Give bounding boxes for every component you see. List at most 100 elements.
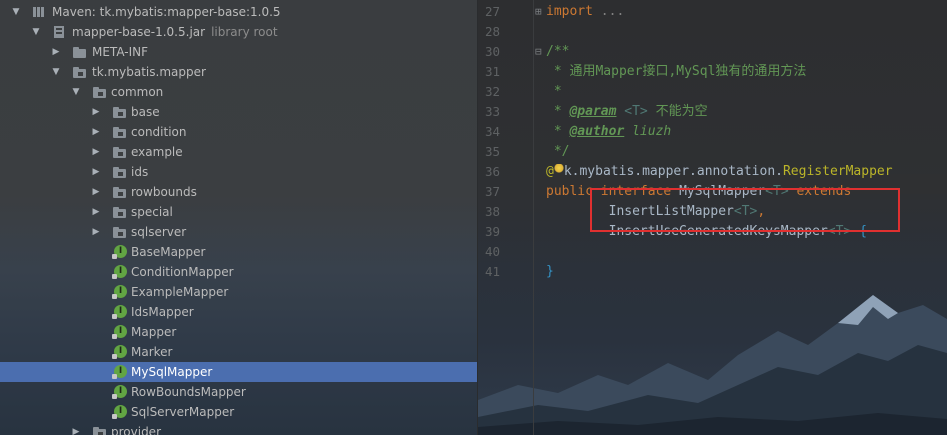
tree-item-package-provider[interactable]: ▶ provider: [0, 422, 477, 435]
line-number: 34: [484, 124, 500, 139]
tree-item-package-condition[interactable]: ▶ condition: [0, 122, 477, 142]
tree-item-label: ExampleMapper: [131, 285, 229, 299]
tree-item-label: rowbounds: [131, 185, 197, 199]
fold-expand-icon[interactable]: ⊞: [535, 2, 545, 22]
code-line-import: import ...: [546, 2, 624, 22]
collapse-arrow-icon[interactable]: ▶: [90, 202, 102, 222]
interface-icon: I: [112, 325, 127, 339]
tree-item-label: Marker: [131, 345, 173, 359]
line-number: 41: [484, 264, 500, 279]
line-number: 31: [484, 64, 500, 79]
tree-item-label: RowBoundsMapper: [131, 385, 246, 399]
expand-arrow-icon[interactable]: ▼: [50, 62, 62, 82]
collapse-arrow-icon[interactable]: ▶: [90, 182, 102, 202]
collapse-arrow-icon[interactable]: ▶: [70, 422, 82, 435]
tree-item-interface-examplemapper[interactable]: I ExampleMapper: [0, 282, 477, 302]
interface-icon: I: [112, 345, 127, 359]
package-icon: [92, 425, 108, 435]
tree-item-package-sqlserver[interactable]: ▶ sqlserver: [0, 222, 477, 242]
tree-item-label: MySqlMapper: [131, 365, 213, 379]
tree-item-interface-marker[interactable]: I Marker: [0, 342, 477, 362]
jar-name: mapper-base-1.0.5.jar: [72, 25, 206, 39]
javadoc-param-tag: @param: [569, 104, 617, 119]
tree-item-label: base: [131, 105, 160, 119]
package-icon: [112, 145, 128, 159]
javadoc-param-desc: 不能为空: [647, 104, 708, 119]
lightbulb-icon[interactable]: [553, 164, 564, 176]
tree-item-label: condition: [131, 125, 187, 139]
tree-item-interface-rowboundsmapper[interactable]: I RowBoundsMapper: [0, 382, 477, 402]
folded-imports[interactable]: ...: [601, 4, 624, 19]
line-number: 38: [484, 204, 500, 219]
code-line-close: }: [546, 262, 554, 282]
package-icon: [92, 85, 108, 99]
tree-item-jar[interactable]: ▼ mapper-base-1.0.5.jar library root: [0, 22, 477, 42]
tree-item-interface-mysqlmapper[interactable]: I MySqlMapper: [0, 362, 477, 382]
line-number: 37: [484, 184, 500, 199]
code-line-doc-open: /**: [546, 42, 569, 62]
tree-item-package-common[interactable]: ▼ common: [0, 82, 477, 102]
tree-item-label: ids: [131, 165, 149, 179]
package-icon: [72, 65, 88, 79]
collapse-arrow-icon[interactable]: ▶: [90, 142, 102, 162]
package-icon: [112, 125, 128, 139]
collapse-arrow-icon[interactable]: ▶: [90, 222, 102, 242]
tree-item-meta-inf[interactable]: ▶ META-INF: [0, 42, 477, 62]
interface-icon: I: [112, 365, 127, 379]
close-brace: }: [546, 264, 554, 279]
annotation-name: RegisterMapper: [782, 164, 893, 179]
package-icon: [112, 225, 128, 239]
expand-arrow-icon[interactable]: ▼: [30, 22, 42, 42]
doc-comment: */: [546, 144, 570, 159]
annotation-at: @: [546, 164, 554, 179]
interface-icon: I: [112, 245, 127, 259]
package-icon: [112, 185, 128, 199]
package-icon: [112, 105, 128, 119]
doc-comment: * 通用Mapper接口,MySql独有的通用方法: [546, 64, 807, 79]
code-editor[interactable]: 27 28 30 31 32 33 34 35 36 37 38 39 40 4…: [478, 0, 947, 435]
annotation-package: k.mybatis.mapper.annotation.: [563, 164, 783, 179]
line-number: 35: [484, 144, 500, 159]
tree-item-package-base[interactable]: ▶ base: [0, 102, 477, 122]
package-icon: [112, 205, 128, 219]
highlight-annotation-box: [590, 188, 900, 232]
line-number: 27: [484, 4, 500, 19]
tree-item-label: special: [131, 205, 173, 219]
tree-item-maven-library[interactable]: ▼ Maven: tk.mybatis:mapper-base:1.0.5: [0, 2, 477, 22]
tree-item-package-special[interactable]: ▶ special: [0, 202, 477, 222]
tree-item-interface-sqlservermapper[interactable]: I SqlServerMapper: [0, 402, 477, 422]
tree-item-interface-basemapper[interactable]: I BaseMapper: [0, 242, 477, 262]
doc-comment: *: [546, 124, 570, 139]
package-icon: [112, 165, 128, 179]
interface-icon: I: [112, 305, 127, 319]
fold-collapse-icon[interactable]: ⊟: [535, 42, 545, 62]
tree-item-package-ids[interactable]: ▶ ids: [0, 162, 477, 182]
tree-item-package-tk-mybatis-mapper[interactable]: ▼ tk.mybatis.mapper: [0, 62, 477, 82]
library-icon: [32, 5, 48, 19]
doc-comment: *: [546, 84, 562, 99]
collapse-arrow-icon[interactable]: ▶: [90, 122, 102, 142]
line-number-gutter: 27 28 30 31 32 33 34 35 36 37 38 39 40 4…: [478, 0, 534, 435]
line-number: 39: [484, 224, 500, 239]
expand-arrow-icon[interactable]: ▼: [10, 2, 22, 22]
interface-icon: I: [112, 405, 127, 419]
collapse-arrow-icon[interactable]: ▶: [50, 42, 62, 62]
tree-item-label: IdsMapper: [131, 305, 194, 319]
line-number: 40: [484, 244, 500, 259]
collapse-arrow-icon[interactable]: ▶: [90, 162, 102, 182]
tree-item-interface-mapper[interactable]: I Mapper: [0, 322, 477, 342]
tree-item-label: common: [111, 85, 164, 99]
tree-item-package-example[interactable]: ▶ example: [0, 142, 477, 162]
javadoc-author-name: liuzh: [632, 124, 672, 139]
collapse-arrow-icon[interactable]: ▶: [90, 102, 102, 122]
tree-item-label: tk.mybatis.mapper: [92, 65, 206, 79]
tree-item-label: META-INF: [92, 45, 149, 59]
tree-item-interface-idsmapper[interactable]: I IdsMapper: [0, 302, 477, 322]
tree-item-package-rowbounds[interactable]: ▶ rowbounds: [0, 182, 477, 202]
line-number: 33: [484, 104, 500, 119]
tree-item-interface-conditionmapper[interactable]: I ConditionMapper: [0, 262, 477, 282]
interface-icon: I: [112, 285, 127, 299]
expand-arrow-icon[interactable]: ▼: [70, 82, 82, 102]
javadoc-author-tag: @author: [569, 124, 625, 139]
folder-icon: [72, 45, 88, 59]
